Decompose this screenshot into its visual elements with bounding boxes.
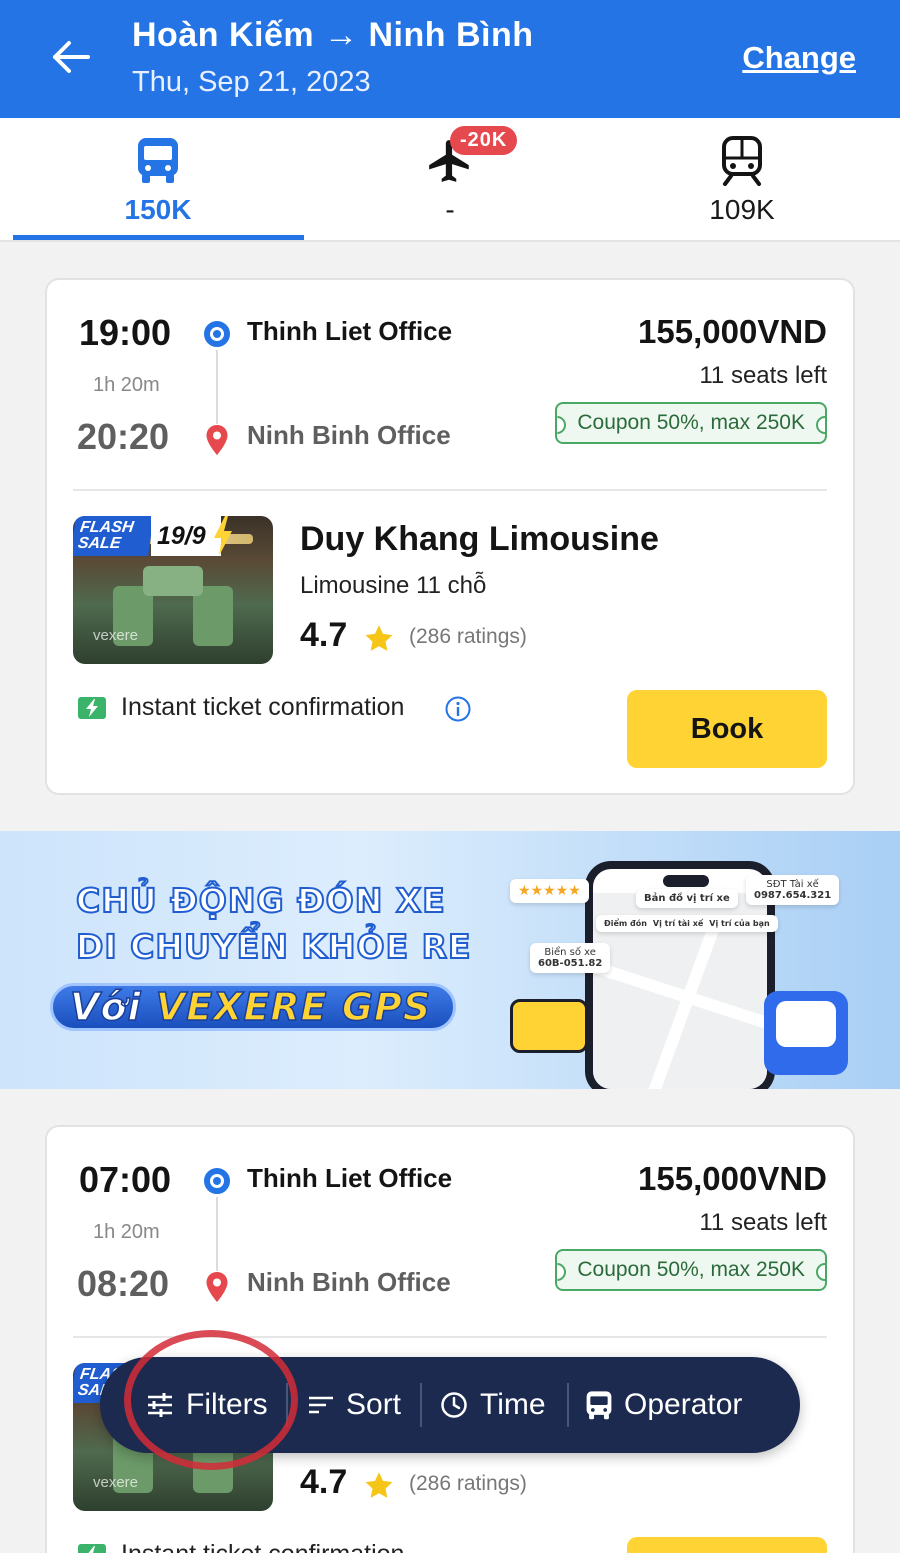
instant-confirmation-label: Instant ticket confirmation bbox=[121, 1540, 404, 1553]
star-icon bbox=[365, 1472, 393, 1498]
rating-count: (286 ratings) bbox=[409, 1472, 527, 1495]
arrival-time: 08:20 bbox=[77, 1263, 170, 1304]
banner-driver-phone: 0987.654.321 bbox=[754, 890, 832, 901]
banner-driver-phone-label: SĐT Tài xế bbox=[766, 879, 819, 890]
filter-bar: Filters Sort Time Operator bbox=[100, 1357, 800, 1453]
banner-plate: 60B-051.82 bbox=[538, 958, 603, 969]
flash-sale-label: FLASH SALE bbox=[73, 516, 154, 556]
tab-bus[interactable]: 150K bbox=[13, 118, 303, 240]
star-icon bbox=[365, 625, 393, 651]
banner-pickup-label: Điểm đón bbox=[604, 919, 647, 928]
travel-date: Thu, Sep 21, 2023 bbox=[132, 66, 371, 98]
location-pin-icon bbox=[206, 1272, 228, 1302]
train-icon bbox=[722, 136, 762, 186]
banner-map-legend: Điểm đón Vị trí tài xế Vị trí của bạn bbox=[596, 915, 778, 932]
ticket-price: 155,000VND bbox=[638, 313, 827, 350]
separator bbox=[286, 1383, 288, 1427]
filters-button[interactable]: Filters bbox=[146, 1357, 268, 1453]
change-link[interactable]: Change bbox=[742, 40, 856, 76]
bus-icon bbox=[138, 138, 178, 183]
banner-plate-label: Biển số xe bbox=[544, 947, 596, 958]
lightning-icon bbox=[214, 516, 232, 556]
arrival-time: 20:20 bbox=[77, 416, 170, 457]
operator-label: Operator bbox=[624, 1388, 743, 1421]
bus-price: 150K bbox=[124, 194, 192, 225]
info-icon[interactable] bbox=[445, 696, 471, 722]
instant-ticket-icon bbox=[78, 697, 106, 719]
banner-brand: Với VEXERE GPS bbox=[69, 984, 432, 1030]
banner-headline-2: DI CHUYỂN KHỎE RE bbox=[75, 926, 472, 967]
departure-time: 19:00 bbox=[79, 312, 172, 353]
route-line bbox=[216, 1197, 218, 1271]
filters-label: Filters bbox=[186, 1388, 268, 1421]
time-label: Time bbox=[480, 1388, 546, 1421]
trip-duration: 1h 20m bbox=[93, 374, 160, 396]
sort-button[interactable]: Sort bbox=[308, 1357, 401, 1453]
flight-price: - bbox=[445, 194, 455, 225]
transport-tabs: 150K - -20K 109K bbox=[0, 118, 900, 242]
coupon-badge: Coupon 50%, max 250K bbox=[555, 1249, 827, 1291]
banner-driver-phone-card: SĐT Tài xế 0987.654.321 bbox=[746, 875, 840, 905]
departure-time: 07:00 bbox=[79, 1159, 172, 1200]
coupon-badge: Coupon 50%, max 250K bbox=[555, 402, 827, 444]
bus-illustration bbox=[510, 999, 588, 1053]
banner-headline-1: CHỦ ĐỘNG ĐÓN XE bbox=[75, 880, 446, 921]
divider bbox=[73, 1336, 827, 1338]
promo-banner[interactable]: CHỦ ĐỘNG ĐÓN XE DI CHUYỂN KHỎE RE Với VE… bbox=[0, 831, 900, 1089]
banner-pill-prefix: Với bbox=[69, 984, 142, 1030]
operator-name: Duy Khang Limousine bbox=[300, 520, 659, 558]
train-price: 109K bbox=[709, 194, 775, 225]
watermark: vexere bbox=[93, 627, 139, 644]
trip-duration: 1h 20m bbox=[93, 1221, 160, 1243]
ticket-price: 155,000VND bbox=[638, 1160, 827, 1197]
instant-confirmation-label: Instant ticket confirmation bbox=[121, 693, 405, 721]
sort-label: Sort bbox=[346, 1388, 402, 1421]
instant-ticket-icon bbox=[78, 1544, 106, 1553]
seats-left: 11 seats left bbox=[699, 362, 827, 389]
sort-icon bbox=[309, 1396, 333, 1414]
separator bbox=[420, 1383, 422, 1427]
rating-score: 4.7 bbox=[300, 1463, 348, 1501]
banner-plate-card: Biển số xe 60B-051.82 bbox=[530, 943, 611, 973]
route-title: Hoàn Kiếm → Ninh Bình bbox=[132, 16, 534, 54]
clock-icon bbox=[441, 1392, 467, 1418]
book-button[interactable] bbox=[627, 1537, 827, 1553]
pickup-office: Thinh Liet Office bbox=[247, 316, 453, 346]
rating-count: (286 ratings) bbox=[409, 625, 527, 648]
trip-card[interactable]: 19:00 1h 20m 20:20 Thinh Liet Office Nin… bbox=[45, 278, 855, 795]
app-header: Hoàn Kiếm → Ninh Bình Thu, Sep 21, 2023 … bbox=[0, 0, 900, 118]
discount-badge: -20K bbox=[450, 126, 518, 155]
banner-map-label: Bản đồ vị trí xe bbox=[636, 889, 738, 908]
route-line bbox=[216, 350, 218, 424]
vehicle-type: Limousine 11 chỗ bbox=[300, 572, 487, 599]
book-button[interactable]: Book bbox=[627, 690, 827, 768]
separator bbox=[567, 1383, 569, 1427]
origin-dot-icon bbox=[204, 1168, 230, 1194]
active-tab-indicator bbox=[13, 235, 304, 240]
time-button[interactable]: Time bbox=[440, 1357, 546, 1453]
seats-left: 11 seats left bbox=[699, 1209, 827, 1236]
arrow-left-icon bbox=[53, 41, 90, 73]
divider bbox=[73, 489, 827, 491]
bus-icon bbox=[586, 1391, 612, 1420]
banner-pill-brand: VEXERE GPS bbox=[155, 984, 432, 1030]
rating-score: 4.7 bbox=[300, 616, 348, 654]
operator-button[interactable]: Operator bbox=[586, 1357, 742, 1453]
back-button[interactable] bbox=[46, 34, 96, 80]
tab-train[interactable]: 109K bbox=[597, 118, 887, 240]
trip-card[interactable]: 07:00 1h 20m 08:20 Thinh Liet Office Nin… bbox=[45, 1125, 855, 1553]
sliders-icon bbox=[148, 1393, 172, 1417]
vehicle-photo[interactable]: FLASH SALE 19/9 vexere bbox=[73, 516, 273, 664]
rating-stars-icon: ★★★★★ bbox=[510, 879, 589, 903]
pickup-office: Thinh Liet Office bbox=[247, 1163, 453, 1193]
watermark: vexere bbox=[93, 1474, 139, 1491]
dropoff-office: Ninh Binh Office bbox=[247, 1267, 451, 1297]
banner-driver-pos-label: Vị trí tài xế bbox=[652, 919, 704, 928]
banner-your-pos-label: Vị trí của bạn bbox=[709, 919, 770, 928]
origin-dot-icon bbox=[204, 321, 230, 347]
dropoff-office: Ninh Binh Office bbox=[247, 420, 451, 450]
location-pin-icon bbox=[206, 425, 228, 455]
